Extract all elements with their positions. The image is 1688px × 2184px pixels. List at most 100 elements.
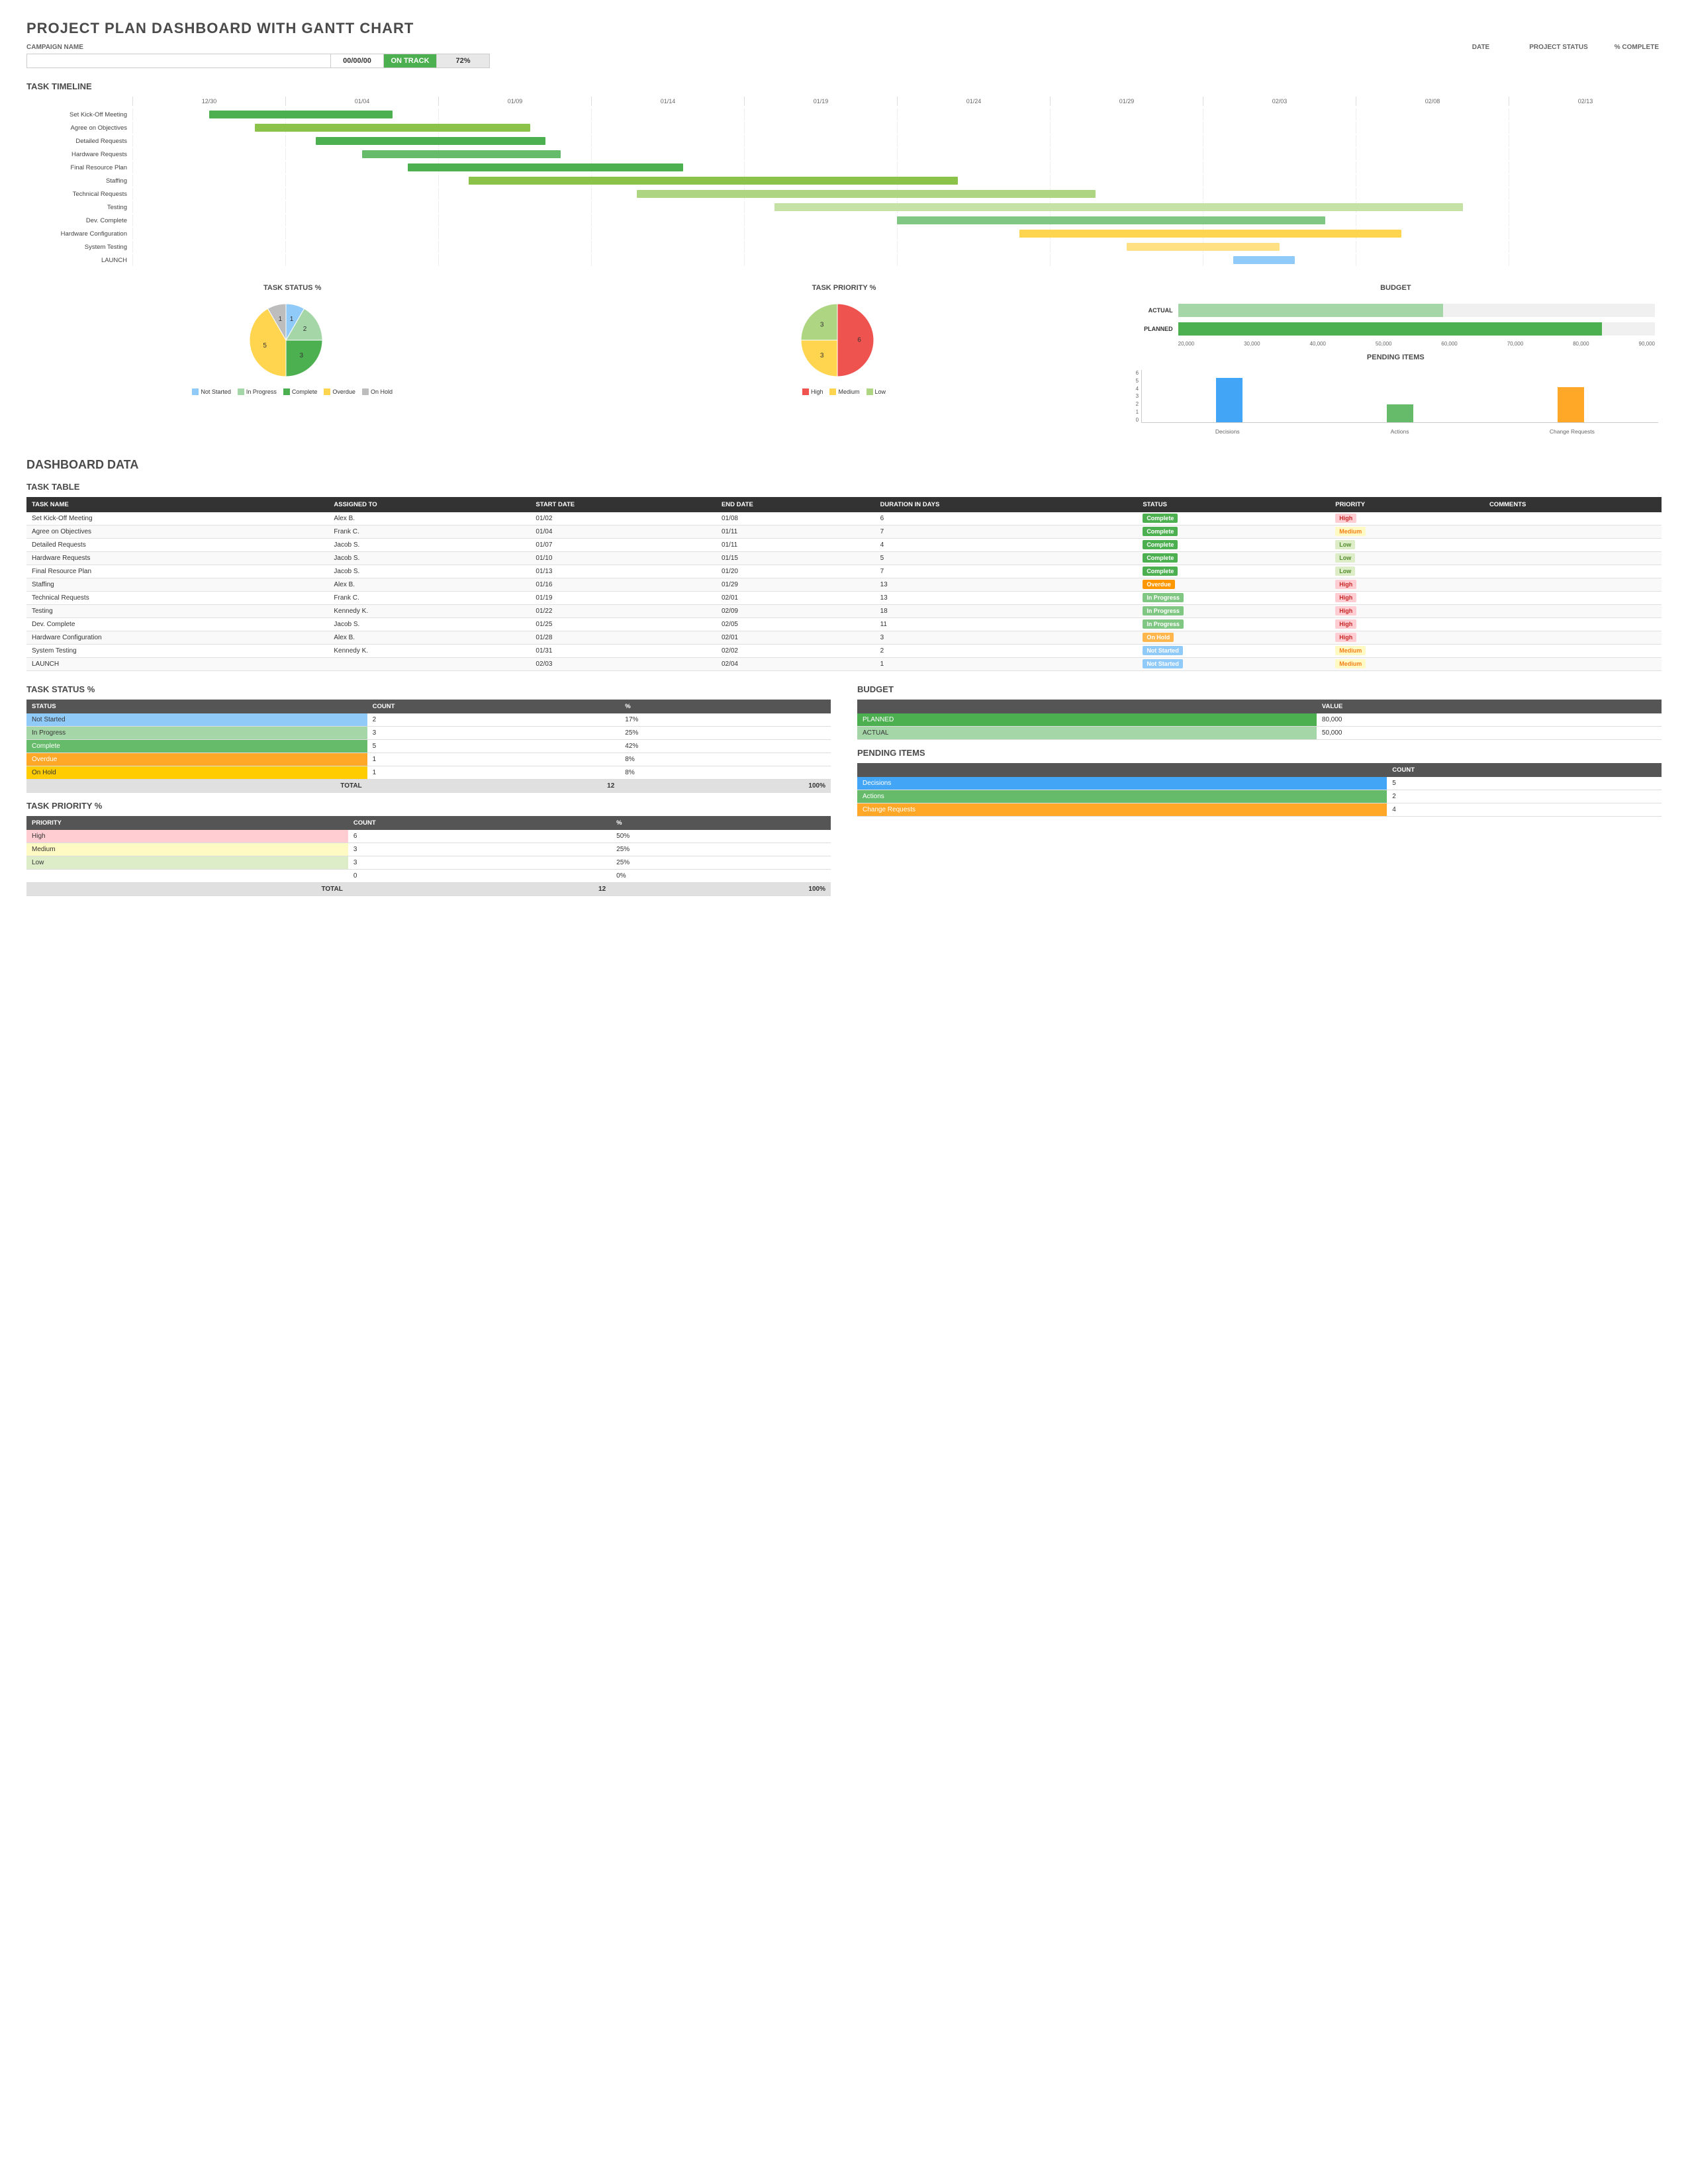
gantt-bar-area bbox=[132, 175, 1662, 187]
priority-cell: Medium bbox=[1330, 525, 1484, 539]
table-cell: 02/09 bbox=[716, 605, 875, 618]
gantt-bar-area bbox=[132, 188, 1662, 200]
priority-badge: High bbox=[1335, 606, 1356, 615]
table-cell: 3 bbox=[875, 631, 1138, 645]
table-cell: 0 bbox=[348, 870, 611, 883]
gantt-col-header: 02/08 bbox=[1356, 97, 1509, 106]
table-row: Agree on ObjectivesFrank C.01/0401/117Co… bbox=[26, 525, 1662, 539]
gantt-bar bbox=[774, 203, 1463, 211]
status-badge: Complete bbox=[1143, 553, 1178, 563]
table-cell: 02/01 bbox=[716, 631, 875, 645]
gantt-bar-area bbox=[132, 109, 1662, 120]
table-cell: 8% bbox=[620, 753, 831, 766]
table-cell bbox=[26, 870, 348, 883]
table-cell: Kennedy K. bbox=[328, 645, 530, 658]
task-status-chart: TASK STATUS % 12351 Not StartedIn Progre… bbox=[26, 284, 558, 395]
gantt-row: Detailed Requests bbox=[26, 135, 1662, 147]
priority-badge: High bbox=[1335, 619, 1356, 629]
task-table-header: DURATION In days bbox=[875, 497, 1138, 512]
status-priority-tables: TASK STATUS % STATUSCOUNT%Not Started217… bbox=[26, 684, 831, 896]
table-cell: 4 bbox=[875, 539, 1138, 552]
legend-color bbox=[829, 388, 836, 395]
task-priority-title: TASK PRIORITY % bbox=[578, 284, 1109, 292]
priority-cell: Low bbox=[1330, 565, 1484, 578]
gantt-row: Set Kick-Off Meeting bbox=[26, 109, 1662, 120]
table-cell: Final Resource Plan bbox=[26, 565, 328, 578]
legend-label: In Progress bbox=[246, 388, 277, 395]
sub-table-header: % bbox=[620, 700, 831, 713]
table-cell: Hardware Configuration bbox=[26, 631, 328, 645]
table-cell: 3 bbox=[348, 843, 611, 856]
gantt-bar-area bbox=[132, 241, 1662, 253]
table-cell: 01/20 bbox=[716, 565, 875, 578]
table-cell: 6 bbox=[348, 830, 611, 843]
pending-y-label: 4 bbox=[1136, 386, 1139, 392]
table-row: Detailed RequestsJacob S.01/0701/114Comp… bbox=[26, 539, 1662, 552]
total-row: TOTAL12100% bbox=[26, 780, 831, 793]
table-cell: Change Requests bbox=[857, 803, 1387, 817]
status-badge: Complete bbox=[1143, 567, 1178, 576]
list-item: On Hold18% bbox=[26, 766, 831, 780]
pie-label: 1 bbox=[278, 316, 282, 323]
table-cell: 01/02 bbox=[530, 512, 716, 525]
gantt-bar bbox=[469, 177, 958, 185]
table-cell: 25% bbox=[611, 856, 831, 870]
gantt-row: Staffing bbox=[26, 175, 1662, 187]
legend-label: On Hold bbox=[371, 388, 393, 395]
table-cell: 13 bbox=[875, 578, 1138, 592]
pie-segment bbox=[801, 340, 837, 377]
table-cell: 80,000 bbox=[1317, 713, 1662, 727]
pie-label: 2 bbox=[303, 326, 306, 333]
gantt-bar bbox=[1233, 256, 1294, 264]
campaign-input[interactable] bbox=[27, 54, 330, 68]
table-cell: 01/11 bbox=[716, 539, 875, 552]
gantt-task-label: Set Kick-Off Meeting bbox=[26, 111, 132, 118]
pie-label: 6 bbox=[857, 337, 861, 344]
pie-label: 5 bbox=[263, 342, 267, 349]
budget-table-title: BUDGET bbox=[857, 684, 1662, 694]
budget-pending-col: BUDGET ACTUAL PLANNED 20,00030,00040,000… bbox=[1130, 284, 1662, 438]
header-row: 00/00/00 ON TRACK 72% bbox=[26, 54, 490, 68]
task-priority-table: PRIORITYCOUNT%High650%Medium325%Low325%0… bbox=[26, 816, 831, 896]
budget-axis: 20,00030,00040,00050,00060,00070,00080,0… bbox=[1178, 341, 1655, 347]
pending-bar bbox=[1387, 404, 1413, 422]
status-cell: Complete bbox=[1137, 552, 1330, 565]
table-cell: 3 bbox=[348, 856, 611, 870]
pending-chart: 6543210 DecisionsActionsChange Requests bbox=[1130, 367, 1662, 438]
comment-cell bbox=[1484, 512, 1662, 525]
table-cell: 25% bbox=[620, 727, 831, 740]
actual-label: ACTUAL bbox=[1137, 307, 1173, 314]
legend-color bbox=[324, 388, 330, 395]
table-cell: Hardware Requests bbox=[26, 552, 328, 565]
pie-label: 1 bbox=[289, 316, 293, 323]
table-cell: 01/25 bbox=[530, 618, 716, 631]
list-item: Overdue18% bbox=[26, 753, 831, 766]
list-item: Not Started217% bbox=[26, 713, 831, 727]
pending-bar bbox=[1216, 378, 1243, 422]
table-cell: 4 bbox=[1387, 803, 1662, 817]
gantt-task-label: System Testing bbox=[26, 244, 132, 251]
sub-table-header: COUNT bbox=[367, 700, 620, 713]
table-cell: 1 bbox=[367, 753, 620, 766]
status-cell: Complete bbox=[1137, 512, 1330, 525]
legend-item: On Hold bbox=[362, 388, 393, 395]
list-item: 00% bbox=[26, 870, 831, 883]
planned-label: PLANNED bbox=[1137, 326, 1173, 332]
task-priority-chart: TASK PRIORITY % 633 HighMediumLow bbox=[578, 284, 1109, 395]
table-cell: 01/28 bbox=[530, 631, 716, 645]
sub-table-header bbox=[857, 700, 1317, 713]
pending-bar-group bbox=[1491, 387, 1652, 422]
pie-label: 3 bbox=[820, 352, 824, 359]
table-cell: 01/19 bbox=[530, 592, 716, 605]
priority-badge: Medium bbox=[1335, 527, 1366, 536]
gantt-row: Hardware Requests bbox=[26, 148, 1662, 160]
gantt-row: LAUNCH bbox=[26, 254, 1662, 266]
gantt-row: Final Resource Plan bbox=[26, 161, 1662, 173]
gantt-task-label: Agree on Objectives bbox=[26, 124, 132, 132]
legend-color bbox=[283, 388, 290, 395]
priority-cell: High bbox=[1330, 512, 1484, 525]
legend-item: Complete bbox=[283, 388, 318, 395]
status-cell: Not Started bbox=[1137, 645, 1330, 658]
charts-row: TASK STATUS % 12351 Not StartedIn Progre… bbox=[26, 284, 1662, 438]
status-badge: On Hold bbox=[1143, 633, 1174, 642]
